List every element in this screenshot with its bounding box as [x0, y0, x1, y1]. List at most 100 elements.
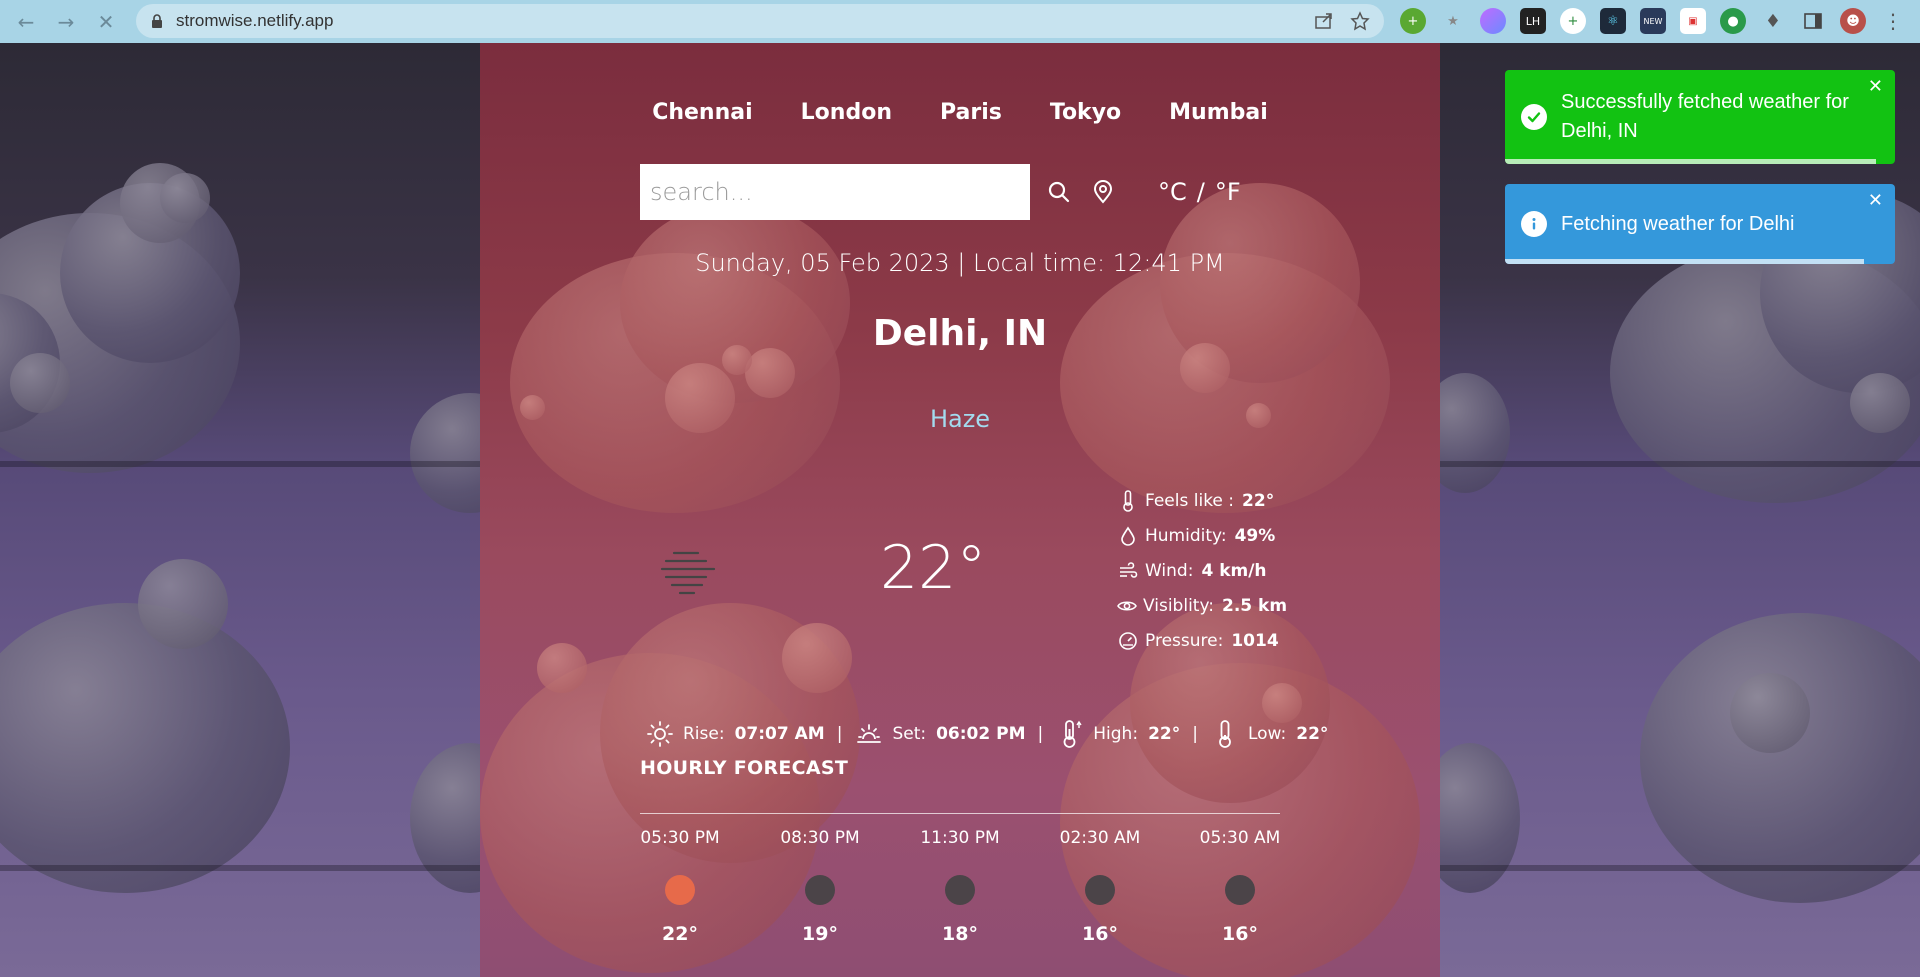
sunset-value: 06:02 PM — [936, 724, 1026, 744]
extensions-puzzle-icon[interactable]: ♦ — [1760, 8, 1786, 34]
forecast-temp: 18° — [942, 923, 978, 945]
share-icon[interactable] — [1314, 11, 1334, 35]
forecast-item: 05:30 AM 16° — [1199, 828, 1281, 945]
lock-icon — [150, 14, 164, 28]
weather-card: Chennai London Paris Tokyo Mumbai °C / °… — [480, 43, 1440, 977]
local-date-time: Sunday, 05 Feb 2023 | Local time: 12:41 … — [695, 249, 1225, 277]
url-text[interactable]: stromwise.netlify.app — [176, 11, 333, 31]
info-icon — [1521, 211, 1547, 237]
location-pin-icon[interactable] — [1088, 177, 1118, 207]
detail-wind: Wind: 4 km/h — [1117, 553, 1287, 588]
extension-gradient-icon[interactable] — [1480, 8, 1506, 34]
moon-icon — [945, 875, 975, 905]
thermometer-icon — [1117, 489, 1139, 512]
detail-pressure: Pressure: 1014 — [1117, 623, 1287, 658]
extension-add-icon[interactable]: + — [1560, 8, 1586, 34]
forecast-temp: 16° — [1222, 923, 1258, 945]
pressure-label: Pressure: — [1145, 630, 1224, 651]
forecast-time: 05:30 PM — [640, 828, 720, 848]
detail-feels-like: Feels like : 22° — [1117, 483, 1287, 518]
extension-new-icon[interactable]: NEW — [1640, 8, 1666, 34]
low-value: 22° — [1296, 724, 1329, 744]
extension-plus-icon[interactable]: + — [1400, 8, 1426, 34]
separator: | — [836, 724, 843, 744]
humidity-label: Humidity: — [1145, 525, 1227, 546]
address-bar[interactable]: stromwise.netlify.app — [136, 4, 1384, 38]
city-link-mumbai[interactable]: Mumbai — [1169, 100, 1268, 125]
forecast-item: 02:30 AM 16° — [1060, 828, 1141, 945]
stop-loading-icon[interactable]: ✕ — [92, 8, 120, 36]
toast-progress-bar — [1505, 159, 1876, 164]
feels-like-value: 22° — [1242, 490, 1275, 511]
forecast-temp: 22° — [662, 923, 698, 945]
city-link-tokyo[interactable]: Tokyo — [1050, 100, 1121, 125]
sunrise-value: 07:07 AM — [734, 724, 825, 744]
success-toast: Successfully fetched weather for Delhi, … — [1505, 70, 1895, 164]
hourly-forecast-list: 05:30 PM 22° 08:30 PM 19° 11:30 PM 18° 0… — [640, 828, 1280, 945]
forecast-temp: 19° — [802, 923, 838, 945]
weather-condition: Haze — [929, 405, 991, 433]
unit-separator: / — [1196, 178, 1205, 206]
bookmark-star-icon[interactable] — [1350, 11, 1370, 35]
extension-lh-icon[interactable]: LH — [1520, 8, 1546, 34]
visibility-label: Visiblity: — [1143, 595, 1215, 616]
forecast-time: 11:30 PM — [920, 828, 1000, 848]
separator: | — [1192, 724, 1198, 744]
wind-icon — [1117, 560, 1139, 582]
toast-progress-bar — [1505, 259, 1864, 264]
forecast-divider — [640, 813, 1280, 814]
hourly-forecast-title: HOURLY FORECAST — [640, 757, 849, 779]
moon-icon — [1225, 875, 1255, 905]
detail-visibility: Visiblity: 2.5 km — [1117, 588, 1287, 623]
forecast-time: 08:30 PM — [780, 828, 860, 848]
thermometer-high-icon — [1055, 719, 1085, 749]
city-link-chennai[interactable]: Chennai — [652, 100, 752, 125]
visibility-value: 2.5 km — [1222, 595, 1288, 616]
feels-like-label: Feels like : — [1145, 490, 1235, 511]
forecast-time: 05:30 AM — [1199, 828, 1281, 848]
search-input[interactable] — [640, 164, 1030, 220]
profile-avatar[interactable]: ☻ — [1840, 8, 1866, 34]
city-link-london[interactable]: London — [801, 100, 892, 125]
city-quick-links: Chennai London Paris Tokyo Mumbai — [480, 100, 1440, 125]
forward-icon[interactable]: → — [52, 8, 80, 36]
droplet-icon — [1117, 525, 1139, 547]
side-panel-icon[interactable] — [1800, 8, 1826, 34]
browser-toolbar: ← → ✕ stromwise.netlify.app + ★ LH + ⚛ N… — [0, 0, 1920, 43]
back-icon[interactable]: ← — [12, 8, 40, 36]
search-bar: °C / °F — [640, 164, 1241, 220]
weather-details: Feels like : 22° Humidity: 49% Wind: 4 k… — [1117, 483, 1287, 658]
close-icon[interactable]: ✕ — [1868, 190, 1883, 211]
detail-humidity: Humidity: 49% — [1117, 518, 1287, 553]
eye-icon — [1117, 595, 1137, 617]
sunrise-icon — [645, 719, 675, 749]
extension-react-icon[interactable]: ⚛ — [1600, 8, 1626, 34]
extension-green-icon[interactable]: ● — [1720, 8, 1746, 34]
celsius-button[interactable]: °C — [1158, 178, 1187, 206]
high-label: High: — [1093, 724, 1139, 744]
forecast-item: 11:30 PM 18° — [920, 828, 1000, 945]
sunset-icon — [854, 719, 884, 749]
moon-icon — [805, 875, 835, 905]
pressure-gauge-icon — [1117, 630, 1139, 652]
wind-label: Wind: — [1145, 560, 1194, 581]
sunrise-label: Rise: — [683, 724, 725, 744]
sun-and-range-row: Rise: 07:07 AM | Set: 06:02 PM | High: 2… — [645, 719, 1328, 749]
check-circle-icon — [1521, 104, 1547, 130]
info-toast-message: Fetching weather for Delhi — [1561, 212, 1795, 235]
extension-bug-icon[interactable]: ★ — [1440, 8, 1466, 34]
city-link-paris[interactable]: Paris — [940, 100, 1002, 125]
location-title: Delhi, IN — [872, 313, 1048, 354]
extension-calendar-icon[interactable]: ▣ — [1680, 8, 1706, 34]
current-temperature: 22° — [880, 533, 987, 603]
sunset-label: Set: — [892, 724, 927, 744]
fahrenheit-button[interactable]: °F — [1215, 178, 1241, 206]
wind-value: 4 km/h — [1201, 560, 1267, 581]
close-icon[interactable]: ✕ — [1868, 76, 1883, 97]
success-toast-message: Successfully fetched weather for Delhi, … — [1561, 91, 1849, 142]
search-icon[interactable] — [1044, 177, 1074, 207]
browser-menu-icon[interactable]: ⋮ — [1880, 8, 1906, 34]
separator: | — [1037, 724, 1044, 744]
unit-toggle: °C / °F — [1158, 178, 1241, 206]
humidity-value: 49% — [1234, 525, 1276, 546]
